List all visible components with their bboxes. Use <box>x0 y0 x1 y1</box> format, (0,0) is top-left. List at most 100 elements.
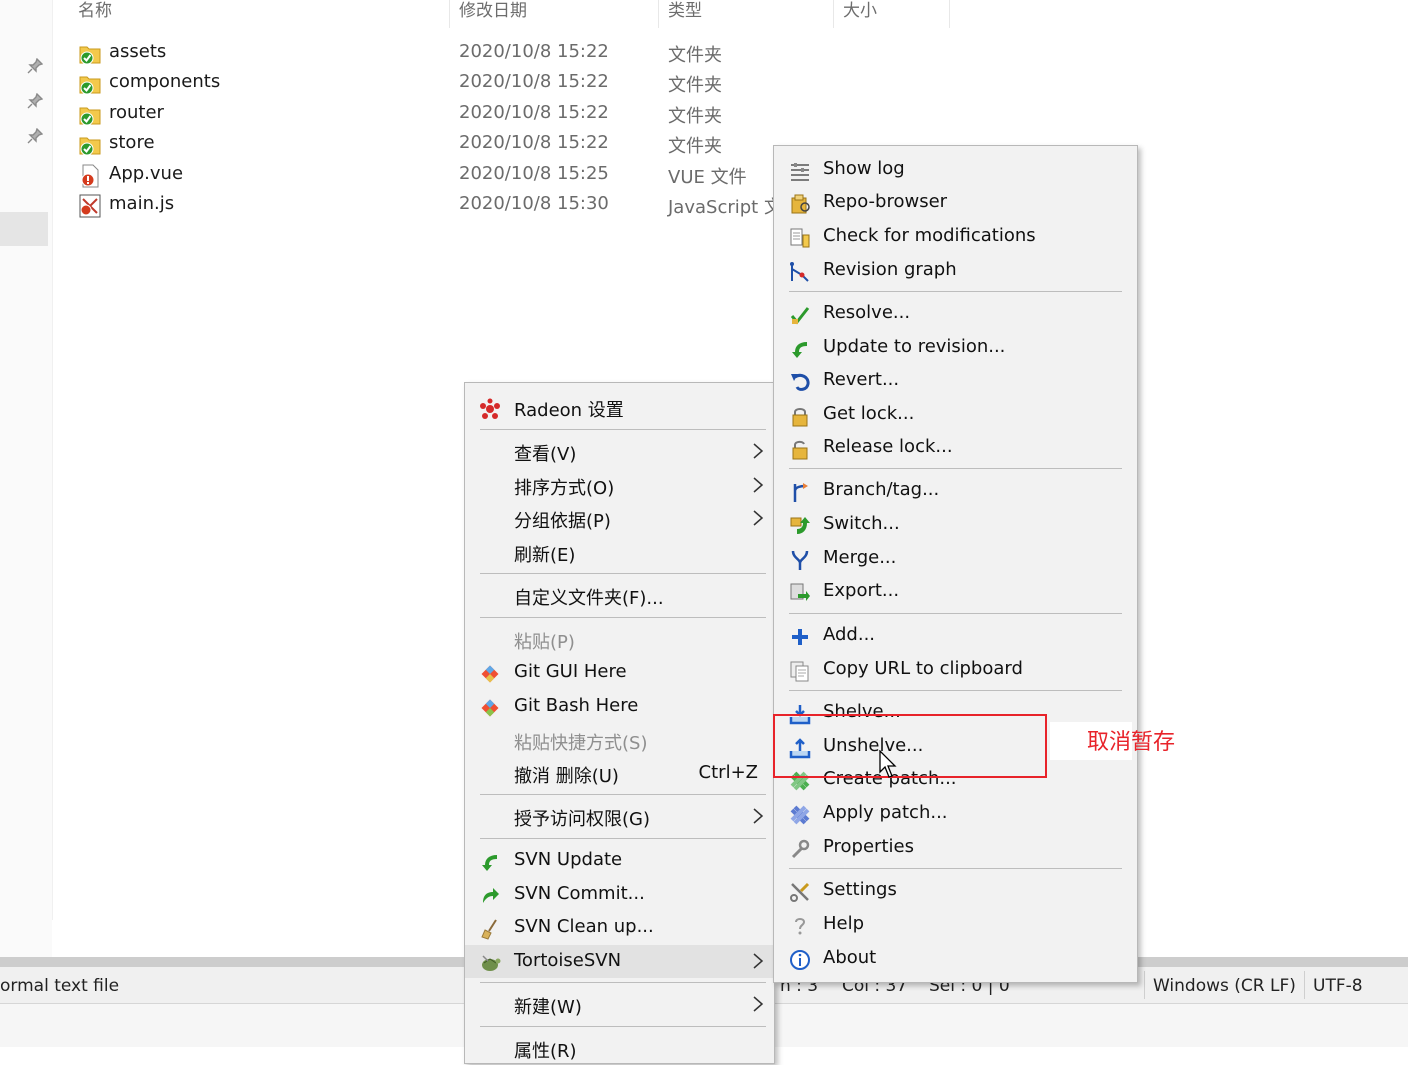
menu-label: Radeon 设置 <box>514 400 624 421</box>
menu-separator <box>480 794 766 795</box>
menu-item-git-bash[interactable]: Git Bash Here <box>465 690 774 723</box>
file-type: 文件夹 <box>668 75 722 96</box>
file-date: 2020/10/8 15:25 <box>459 163 609 184</box>
menu-item-apply-patch[interactable]: Apply patch... <box>774 797 1137 830</box>
menu-item-properties[interactable]: 属性(R) <box>465 1032 774 1065</box>
menu-item-properties[interactable]: Properties <box>774 831 1137 864</box>
file-row[interactable]: App.vue 2020/10/8 15:25 VUE 文件 <box>78 161 778 191</box>
file-row[interactable]: router 2020/10/8 15:22 文件夹 <box>78 100 778 130</box>
menu-separator <box>480 838 766 839</box>
menu-separator <box>480 573 766 574</box>
menu-separator <box>480 1026 766 1027</box>
menu-item-repo-browser[interactable]: Repo-browser <box>774 186 1137 219</box>
column-divider[interactable] <box>949 0 950 28</box>
column-header-date[interactable]: 修改日期 <box>459 0 527 28</box>
menu-item-update-to-revision[interactable]: Update to revision... <box>774 331 1137 364</box>
menu-item-add[interactable]: Add... <box>774 619 1137 652</box>
menu-item-view[interactable]: 查看(V) <box>465 435 774 468</box>
menu-item-resolve[interactable]: Resolve... <box>774 297 1137 330</box>
menu-item-revert[interactable]: Revert... <box>774 364 1137 397</box>
file-row[interactable]: assets 2020/10/8 15:22 文件夹 <box>78 39 778 69</box>
menu-label: 自定义文件夹(F)... <box>514 588 664 609</box>
menu-separator <box>789 613 1122 614</box>
branch-icon <box>793 483 808 502</box>
file-row[interactable]: components 2020/10/8 15:22 文件夹 <box>78 69 778 99</box>
menu-item-check-modifications[interactable]: Check for modifications <box>774 220 1137 253</box>
menu-item-svn-cleanup[interactable]: SVN Clean up... <box>465 911 774 944</box>
svn-modified-file-icon <box>81 164 99 188</box>
svn-update-icon <box>482 855 497 871</box>
menu-item-new[interactable]: 新建(W) <box>465 988 774 1021</box>
menu-item-help[interactable]: Help <box>774 908 1137 941</box>
menu-label: 分组依据(P) <box>514 511 611 532</box>
menu-item-revision-graph[interactable]: Revision graph <box>774 254 1137 287</box>
chevron-right-icon <box>753 996 764 1012</box>
file-type: 文件夹 <box>668 45 722 66</box>
log-icon <box>791 163 809 181</box>
svn-folder-icon <box>79 76 101 95</box>
file-row[interactable]: main.js 2020/10/8 15:30 JavaScript 文 <box>78 191 782 221</box>
status-file-type: ormal text file <box>0 976 120 996</box>
menu-item-git-gui[interactable]: Git GUI Here <box>465 656 774 689</box>
menu-label: SVN Update <box>514 849 623 870</box>
menu-item-svn-update[interactable]: SVN Update <box>465 844 774 877</box>
menu-item-customize-folder[interactable]: 自定义文件夹(F)... <box>465 579 774 612</box>
menu-item-about[interactable]: About <box>774 942 1137 975</box>
menu-item-sort[interactable]: 排序方式(O) <box>465 469 774 502</box>
menu-item-copy-url[interactable]: Copy URL to clipboard <box>774 653 1137 686</box>
git-icon <box>481 699 499 717</box>
menu-label: Revision graph <box>823 259 957 280</box>
pin-icon[interactable] <box>27 128 43 144</box>
menu-item-undo-delete[interactable]: 撤消 删除(U) Ctrl+Z <box>465 757 774 790</box>
menu-item-get-lock[interactable]: Get lock... <box>774 398 1137 431</box>
menu-label: 撤消 删除(U) <box>514 766 619 787</box>
menu-item-paste-shortcut: 粘贴快捷方式(S) <box>465 724 774 757</box>
apply-patch-icon <box>790 805 810 825</box>
pin-icon[interactable] <box>27 58 43 74</box>
column-divider[interactable] <box>449 0 450 28</box>
tortoise-icon <box>482 955 501 971</box>
menu-item-refresh[interactable]: 刷新(E) <box>465 536 774 569</box>
menu-item-export[interactable]: Export... <box>774 575 1137 608</box>
menu-item-branch-tag[interactable]: Branch/tag... <box>774 474 1137 507</box>
column-header-type[interactable]: 类型 <box>668 0 702 28</box>
file-type: 文件夹 <box>668 136 722 157</box>
menu-label: Switch... <box>823 513 900 534</box>
menu-item-tortoisesvn[interactable]: TortoiseSVN <box>465 945 774 978</box>
status-eol[interactable]: Windows (CR LF) <box>1153 976 1296 996</box>
switch-icon <box>790 517 810 534</box>
column-header-size[interactable]: 大小 <box>843 0 877 28</box>
menu-label: About <box>823 947 877 968</box>
pin-icon[interactable] <box>27 93 43 109</box>
menu-item-radeon[interactable]: Radeon 设置 <box>465 391 774 424</box>
menu-item-show-log[interactable]: Show log <box>774 153 1137 186</box>
menu-label: Release lock... <box>823 436 953 457</box>
clipboard-icon <box>790 661 809 682</box>
status-encoding[interactable]: UTF-8 <box>1313 976 1363 996</box>
file-name: App.vue <box>109 163 184 184</box>
menu-label: 刷新(E) <box>514 545 576 566</box>
menu-label: TortoiseSVN <box>514 950 622 971</box>
file-name: main.js <box>109 193 175 214</box>
menu-label: Git GUI Here <box>514 661 627 682</box>
menu-item-grant-access[interactable]: 授予访问权限(G) <box>465 800 774 833</box>
menu-item-svn-commit[interactable]: SVN Commit... <box>465 878 774 911</box>
column-divider[interactable] <box>833 0 834 28</box>
status-divider <box>1144 971 1145 999</box>
settings-tools-icon <box>790 882 810 902</box>
menu-item-release-lock[interactable]: Release lock... <box>774 431 1137 464</box>
file-name: components <box>109 71 221 92</box>
menu-item-settings[interactable]: Settings <box>774 874 1137 907</box>
file-row[interactable]: store 2020/10/8 15:22 文件夹 <box>78 130 778 160</box>
menu-item-merge[interactable]: Merge... <box>774 542 1137 575</box>
menu-label: Git Bash Here <box>514 695 639 716</box>
column-divider[interactable] <box>658 0 659 28</box>
selected-nav-item[interactable] <box>0 212 48 246</box>
column-header-name[interactable]: 名称 <box>78 0 112 28</box>
menu-label: Properties <box>823 836 914 857</box>
menu-item-group[interactable]: 分组依据(P) <box>465 502 774 535</box>
navigation-pane <box>0 0 52 958</box>
menu-label: 属性(R) <box>514 1041 577 1062</box>
menu-item-switch[interactable]: Switch... <box>774 508 1137 541</box>
menu-separator <box>789 468 1122 469</box>
